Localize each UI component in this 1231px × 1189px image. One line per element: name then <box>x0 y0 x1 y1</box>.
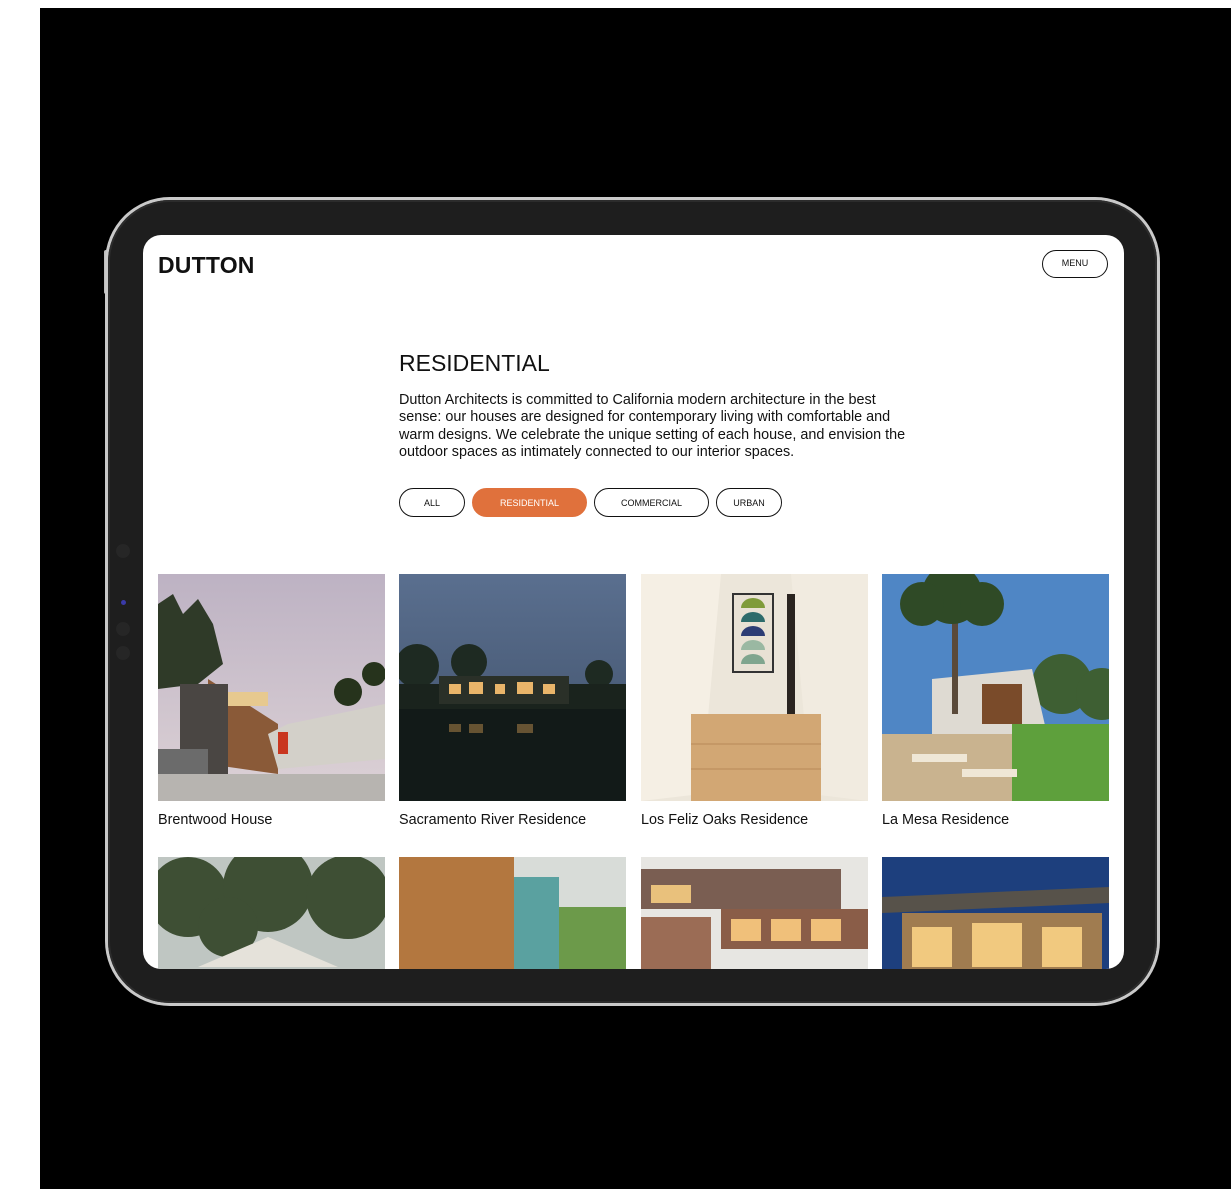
project-image-brentwood[interactable] <box>158 574 385 801</box>
camera-icon <box>121 600 126 605</box>
project-image-los-feliz[interactable] <box>641 574 868 801</box>
page-title: RESIDENTIAL <box>399 350 550 376</box>
tablet-screen: DUTTON MENU RESIDENTIAL Dutton Architect… <box>143 235 1124 969</box>
filter-all-button[interactable]: ALL <box>399 488 465 517</box>
project-image-sacramento[interactable] <box>399 574 626 801</box>
sensor-dot <box>116 544 130 558</box>
menu-button[interactable]: MENU <box>1042 250 1108 278</box>
filter-commercial-button[interactable]: COMMERCIAL <box>594 488 709 517</box>
project-image[interactable] <box>399 857 626 969</box>
sensor-dot <box>116 646 130 660</box>
project-image[interactable] <box>158 857 385 969</box>
site-logo[interactable]: DUTTON <box>158 252 255 279</box>
project-title[interactable]: Brentwood House <box>158 812 272 828</box>
project-title[interactable]: Sacramento River Residence <box>399 812 586 828</box>
intro-text: Dutton Architects is committed to Califo… <box>399 392 906 460</box>
project-image-la-mesa[interactable] <box>882 574 1109 801</box>
category-filters: ALL RESIDENTIAL COMMERCIAL URBAN <box>399 488 782 517</box>
project-title[interactable]: La Mesa Residence <box>882 812 1009 828</box>
sensor-dot <box>116 622 130 636</box>
project-title[interactable]: Los Feliz Oaks Residence <box>641 812 808 828</box>
project-image[interactable] <box>882 857 1109 969</box>
project-image[interactable] <box>641 857 868 969</box>
filter-urban-button[interactable]: URBAN <box>716 488 782 517</box>
filter-residential-button[interactable]: RESIDENTIAL <box>472 488 587 517</box>
